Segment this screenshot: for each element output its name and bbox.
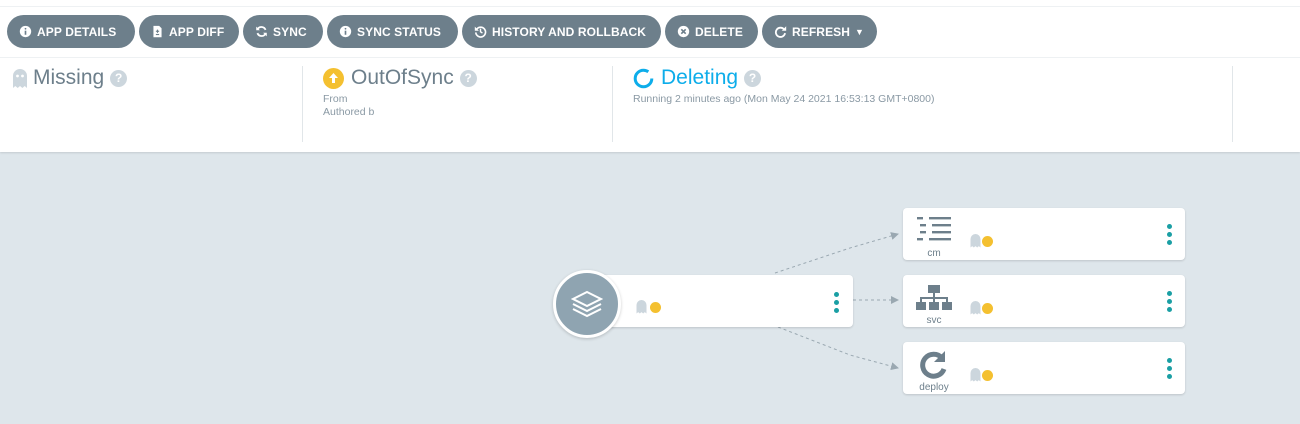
- ghost-icon: [970, 234, 981, 253]
- layers-icon: [571, 290, 603, 318]
- resource-kind-label: cm: [927, 248, 941, 259]
- arrow-circle-up-icon: [982, 236, 993, 247]
- menu-kebab-icon[interactable]: [1167, 224, 1172, 245]
- ghost-icon: [970, 368, 981, 387]
- ghost-icon: [636, 300, 647, 319]
- service-icon: [916, 285, 952, 316]
- resource-node-deploy[interactable]: deploy: [903, 342, 1185, 394]
- resource-kind-label: svc: [926, 315, 942, 326]
- deployment-icon: [917, 350, 949, 385]
- edge-to-cm: [774, 232, 899, 274]
- arrow-circle-up-icon: [982, 303, 993, 314]
- arrow-circle-up-icon: [650, 302, 661, 313]
- menu-kebab-icon[interactable]: [834, 292, 839, 313]
- application-icon[interactable]: [553, 270, 621, 338]
- menu-kebab-icon[interactable]: [1167, 291, 1172, 312]
- resource-kind-label: deploy: [919, 382, 949, 393]
- resource-node-svc[interactable]: svc: [903, 275, 1185, 327]
- ghost-icon: [970, 301, 981, 320]
- menu-kebab-icon[interactable]: [1167, 358, 1172, 379]
- configmap-icon: [917, 216, 951, 247]
- application-node[interactable]: [590, 275, 853, 327]
- edge-to-deploy: [777, 326, 899, 371]
- arrow-circle-up-icon: [982, 370, 993, 381]
- resource-node-cm[interactable]: cm: [903, 208, 1185, 260]
